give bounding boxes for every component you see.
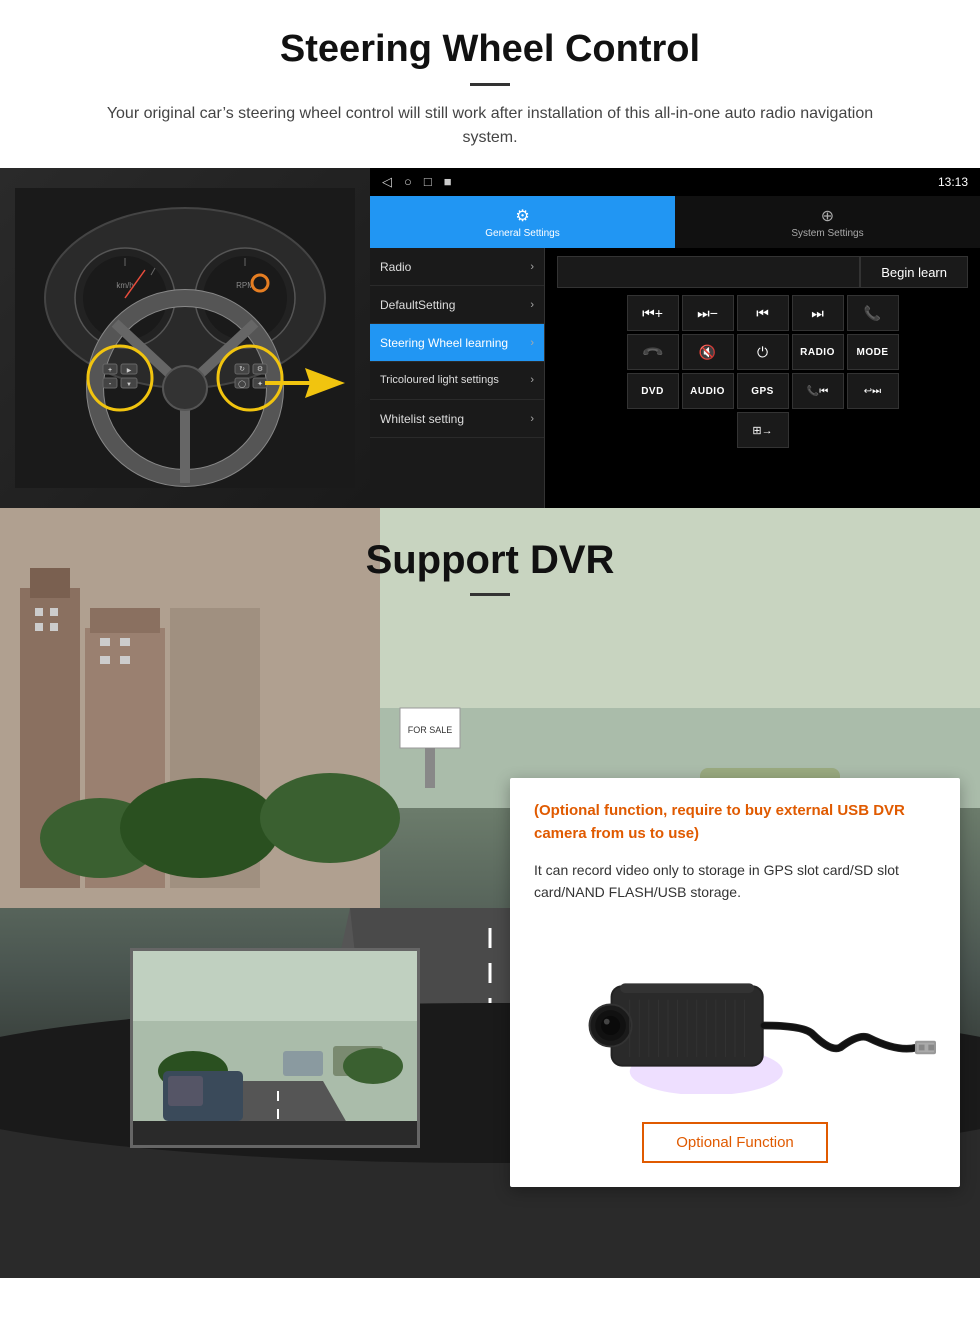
gear-icon: ⚙ [515,206,529,226]
begin-learn-button[interactable]: Begin learn [860,256,968,288]
android-statusbar: ◁ ○ □ ■ 13:13 [370,168,980,196]
dvr-description: It can record video only to storage in G… [534,859,936,904]
dvr-camera-svg [534,934,936,1094]
android-panel: ◁ ○ □ ■ 13:13 ⚙ General Settings ⊕ Syste… [370,168,980,508]
control-row-3: DVD AUDIO GPS 📞⏮ ↩⏭ [549,373,976,409]
dvr-info-card: (Optional function, require to buy exter… [510,778,960,1187]
title-divider [470,83,510,86]
vol-up-button[interactable]: ⏮+ [627,295,679,331]
audio-button[interactable]: AUDIO [682,373,734,409]
vol-up-icon: ⏮+ [642,305,663,322]
radio-label: RADIO [800,347,835,358]
back-next-icon: ↩⏭ [864,386,881,397]
steering-wheel-svg: km/h RPM [15,188,355,488]
tab-system-settings[interactable]: ⊕ System Settings [675,196,980,248]
mute-icon: 🔇 [699,344,716,361]
control-row-2: 📞 🔇 ⏻ RADIO MODE [549,334,976,370]
tel-prev-next-icon: 📞⏮ [807,386,828,397]
tel-prev-next-button[interactable]: 📞⏮ [792,373,844,409]
gps-label: GPS [751,386,774,397]
tab-general-label: General Settings [485,228,560,239]
menu-item-whitelist[interactable]: Whitelist setting › [370,400,544,438]
vol-down-button[interactable]: ⏭− [682,295,734,331]
screen-nav-icon: ⊞→ [752,424,772,437]
steering-section: km/h RPM [0,168,980,508]
back-icon[interactable]: ◁ [382,174,392,190]
dvr-thumbnail [130,948,420,1148]
recents-icon[interactable]: □ [424,174,432,190]
svg-text:▶: ▶ [127,368,132,374]
dvd-label: DVD [641,386,664,397]
menu-arrow-icon: › [530,261,534,273]
dvr-optional-text: (Optional function, require to buy exter… [534,800,936,845]
menu-item-default-setting[interactable]: DefaultSetting › [370,286,544,324]
dvr-title-block: Support DVR [0,508,980,616]
phone-icon: 📞 [864,305,881,322]
menu-item-tricoloured-label: Tricoloured light settings [380,373,499,387]
back-next-button[interactable]: ↩⏭ [847,373,899,409]
tab-general-settings[interactable]: ⚙ General Settings [370,196,675,248]
hang-up-button[interactable]: 📞 [627,334,679,370]
control-row-4: ⊞→ [549,412,976,448]
dvr-section: FOR SALE Support DVR [0,508,980,1278]
gps-button[interactable]: GPS [737,373,789,409]
menu-item-default-label: DefaultSetting [380,298,455,312]
page-title: Steering Wheel Control [60,28,920,71]
menu-item-radio-label: Radio [380,260,411,274]
steering-wheel-image: km/h RPM [0,168,370,508]
header-section: Steering Wheel Control Your original car… [0,0,980,168]
menu-item-steering-label: Steering Wheel learning [380,336,508,350]
statusbar-time: 13:13 [938,175,968,189]
svg-text:▼: ▼ [126,382,132,388]
optional-function-button[interactable]: Optional Function [642,1122,828,1163]
control-panel: Begin learn ⏮+ ⏭− ⏮ ⏭ [545,248,980,508]
svg-text:⚙: ⚙ [257,365,263,373]
prev-track-icon: ⏮ [756,305,769,322]
menu-arrow-icon: › [530,299,534,311]
power-button[interactable]: ⏻ [737,334,789,370]
control-row-1: ⏮+ ⏭− ⏮ ⏭ 📞 [549,295,976,331]
dvd-button[interactable]: DVD [627,373,679,409]
menu-item-radio[interactable]: Radio › [370,248,544,286]
settings-icon: ⊕ [821,206,834,226]
menu-item-tricoloured[interactable]: Tricoloured light settings › [370,362,544,400]
phone-button[interactable]: 📞 [847,295,899,331]
menu-arrow-icon: › [530,413,534,425]
dvr-thumbnail-svg [133,951,420,1148]
svg-text:+: + [108,367,112,374]
mode-button[interactable]: MODE [847,334,899,370]
svg-text:◯: ◯ [238,380,246,388]
mute-button[interactable]: 🔇 [682,334,734,370]
dvr-title: Support DVR [0,538,980,583]
prev-track-button[interactable]: ⏮ [737,295,789,331]
hang-up-icon: 📞 [640,340,664,364]
power-icon: ⏻ [757,344,768,361]
menu-arrow-icon: › [530,373,534,387]
svg-text:FOR SALE: FOR SALE [408,725,453,735]
tab-system-label: System Settings [791,228,863,239]
vol-down-icon: ⏭− [697,305,718,322]
statusbar-nav-icons: ◁ ○ □ ■ [382,174,452,190]
menu-list: Radio › DefaultSetting › Steering Wheel … [370,248,545,508]
menu-item-whitelist-label: Whitelist setting [380,412,464,426]
dvr-camera-image [534,924,936,1104]
screen-nav-button[interactable]: ⊞→ [737,412,789,448]
android-tabs: ⚙ General Settings ⊕ System Settings [370,196,980,248]
begin-learn-row: Begin learn [549,252,976,292]
mode-label: MODE [857,347,889,358]
menu-arrow-icon: › [530,337,534,349]
home-icon[interactable]: ○ [404,174,412,190]
menu-icon[interactable]: ■ [444,174,452,190]
svg-text:↻: ↻ [239,366,245,373]
optional-function-container: Optional Function [534,1122,936,1163]
android-content: Radio › DefaultSetting › Steering Wheel … [370,248,980,508]
audio-label: AUDIO [690,386,725,397]
menu-item-steering-wheel[interactable]: Steering Wheel learning › [370,324,544,362]
next-track-button[interactable]: ⏭ [792,295,844,331]
next-track-icon: ⏭ [811,305,824,322]
radio-button[interactable]: RADIO [792,334,844,370]
svg-text:✦: ✦ [257,380,263,388]
dvr-title-divider [470,593,510,596]
subtitle-text: Your original car’s steering wheel contr… [80,102,900,150]
